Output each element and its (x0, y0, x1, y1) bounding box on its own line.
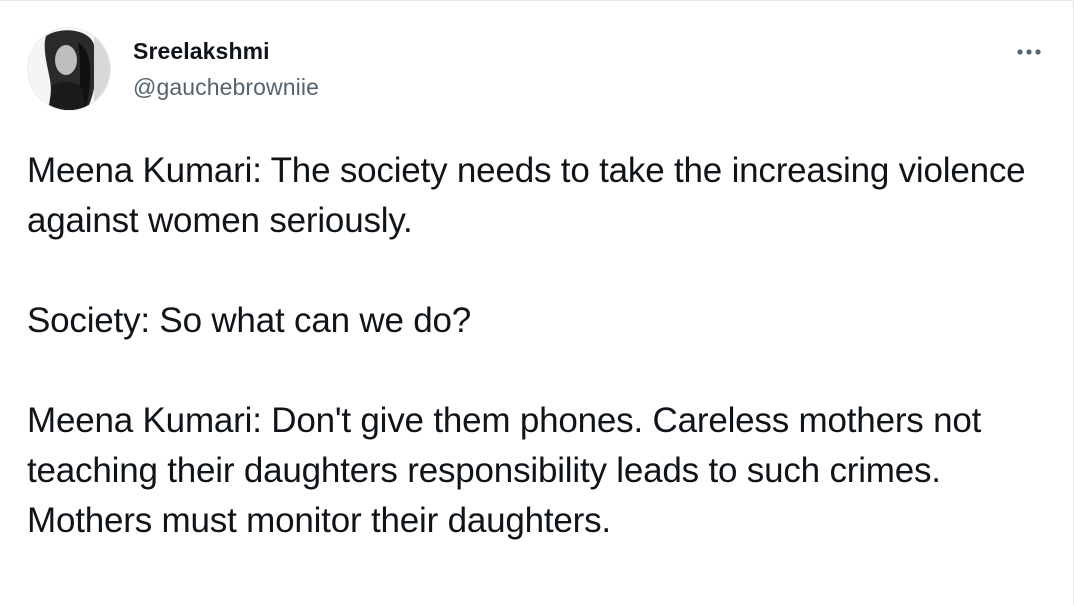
more-options-button[interactable] (1009, 37, 1049, 67)
tweet-paragraph: Society: So what can we do? (27, 301, 472, 340)
tweet-paragraph: Meena Kumari: Don't give them phones. Ca… (27, 401, 982, 540)
tweet-text: Meena Kumari: The society needs to take … (27, 146, 1057, 546)
avatar[interactable] (27, 27, 111, 111)
author-display-name[interactable]: Sreelakshmi (133, 38, 270, 65)
tweet-paragraph: Meena Kumari: The society needs to take … (27, 151, 1026, 240)
author-handle[interactable]: @gauchebrowniie (133, 74, 319, 101)
tweet-card: Sreelakshmi @gauchebrowniie Meena Kumari… (0, 0, 1074, 605)
more-horizontal-icon (1016, 43, 1042, 61)
